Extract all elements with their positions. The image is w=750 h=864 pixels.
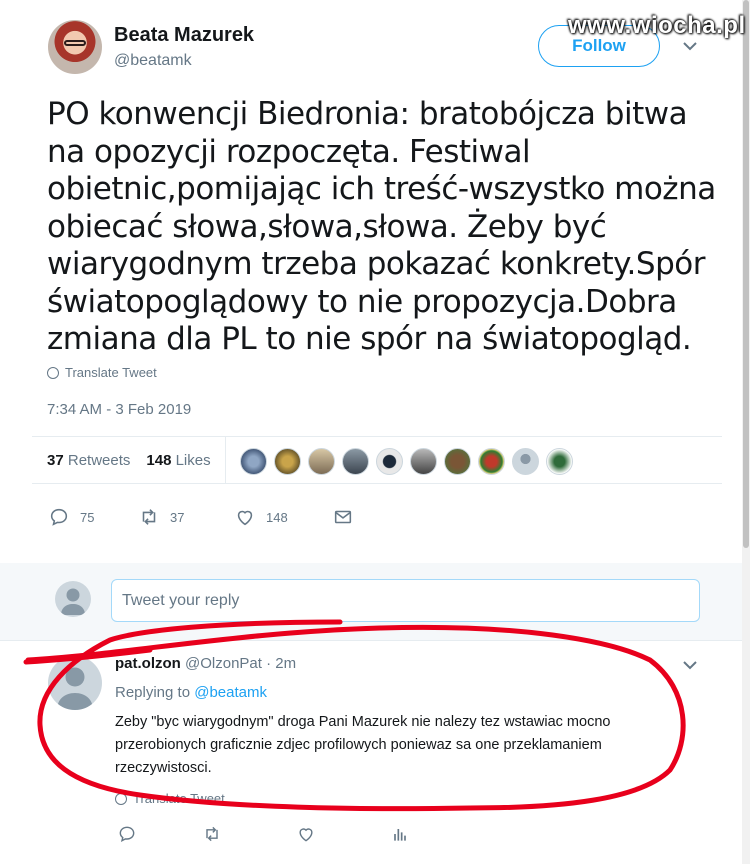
liker-avatar[interactable] (342, 448, 369, 475)
liker-avatar[interactable] (546, 448, 573, 475)
reply-time: · 2m (266, 655, 297, 672)
liker-avatar[interactable] (376, 448, 403, 475)
likes-stat[interactable]: 148 Likes (146, 452, 210, 469)
reply-text: Zeby "byc wiarygodnym" droga Pani Mazure… (115, 714, 611, 776)
reply-author[interactable]: pat.olzon @OlzonPat · 2m (115, 655, 296, 672)
analytics-button[interactable] (390, 824, 410, 849)
tweet-text: PO konwencji Biedronia: bratobójcza bitw… (47, 96, 716, 357)
reply-author-handle: @OlzonPat (185, 655, 262, 672)
reply-like-button[interactable] (296, 824, 390, 849)
retweet-count: 37 (170, 509, 185, 525)
reply-retweet-button[interactable] (202, 824, 296, 849)
translate-label: Translate Tweet (65, 365, 157, 380)
globe-icon (115, 792, 127, 805)
reply-reply-button[interactable] (117, 824, 202, 849)
author-name[interactable]: Beata Mazurek (114, 24, 254, 47)
liker-avatar[interactable] (512, 448, 539, 475)
retweet-icon (206, 826, 218, 842)
stats-separator (225, 437, 226, 483)
tweet-actions: 75 37 148 (48, 506, 354, 528)
retweets-stat[interactable]: 37 Retweets (47, 452, 130, 469)
reply-button[interactable]: 75 (48, 506, 138, 528)
liker-avatar[interactable] (478, 448, 505, 475)
reply-author-avatar[interactable] (48, 656, 102, 710)
chevron-down-icon[interactable] (682, 657, 698, 675)
liker-avatar[interactable] (410, 448, 437, 475)
liker-avatar[interactable] (308, 448, 335, 475)
retweet-icon (142, 509, 156, 525)
retweet-button[interactable]: 37 (138, 506, 234, 528)
glasses-decoration (64, 40, 86, 46)
envelope-icon (334, 510, 352, 524)
scrollbar[interactable] (742, 0, 750, 864)
reply-icon (50, 508, 68, 526)
reply-author-name: pat.olzon (115, 655, 181, 672)
liker-avatar[interactable] (274, 448, 301, 475)
reply-actions (117, 824, 410, 849)
like-count: 148 (266, 509, 288, 525)
liker-avatar[interactable] (444, 448, 471, 475)
analytics-icon (394, 829, 406, 841)
reply-translate-link[interactable]: Translate Tweet (115, 791, 225, 806)
reply-input[interactable]: Tweet your reply (111, 579, 700, 622)
reply-translate-label: Translate Tweet (133, 791, 225, 806)
divider (32, 436, 722, 437)
direct-message-button[interactable] (332, 506, 354, 528)
divider (32, 483, 722, 484)
scrollbar-thumb[interactable] (743, 0, 749, 548)
reply-icon (119, 826, 135, 842)
user-avatar (55, 581, 91, 617)
replying-to-handle[interactable]: @beatamk (194, 684, 267, 701)
heart-icon (299, 828, 313, 842)
tweet-stats: 37 Retweets 148 Likes (47, 452, 211, 469)
translate-tweet-link[interactable]: Translate Tweet (47, 365, 157, 380)
likers-avatars (240, 448, 573, 475)
tweet-timestamp[interactable]: 7:34 AM - 3 Feb 2019 (47, 401, 191, 418)
like-button[interactable]: 148 (234, 506, 332, 528)
watermark: www.wiocha.pl (568, 12, 746, 39)
chevron-down-icon[interactable] (682, 38, 698, 56)
globe-icon (47, 366, 59, 379)
heart-icon (237, 510, 253, 526)
replying-to: Replying to @beatamk (115, 684, 267, 701)
reply-placeholder: Tweet your reply (122, 591, 240, 609)
reply-count: 75 (80, 509, 95, 525)
author-handle[interactable]: @beatamk (114, 52, 192, 70)
author-avatar[interactable] (48, 20, 102, 74)
liker-avatar[interactable] (240, 448, 267, 475)
